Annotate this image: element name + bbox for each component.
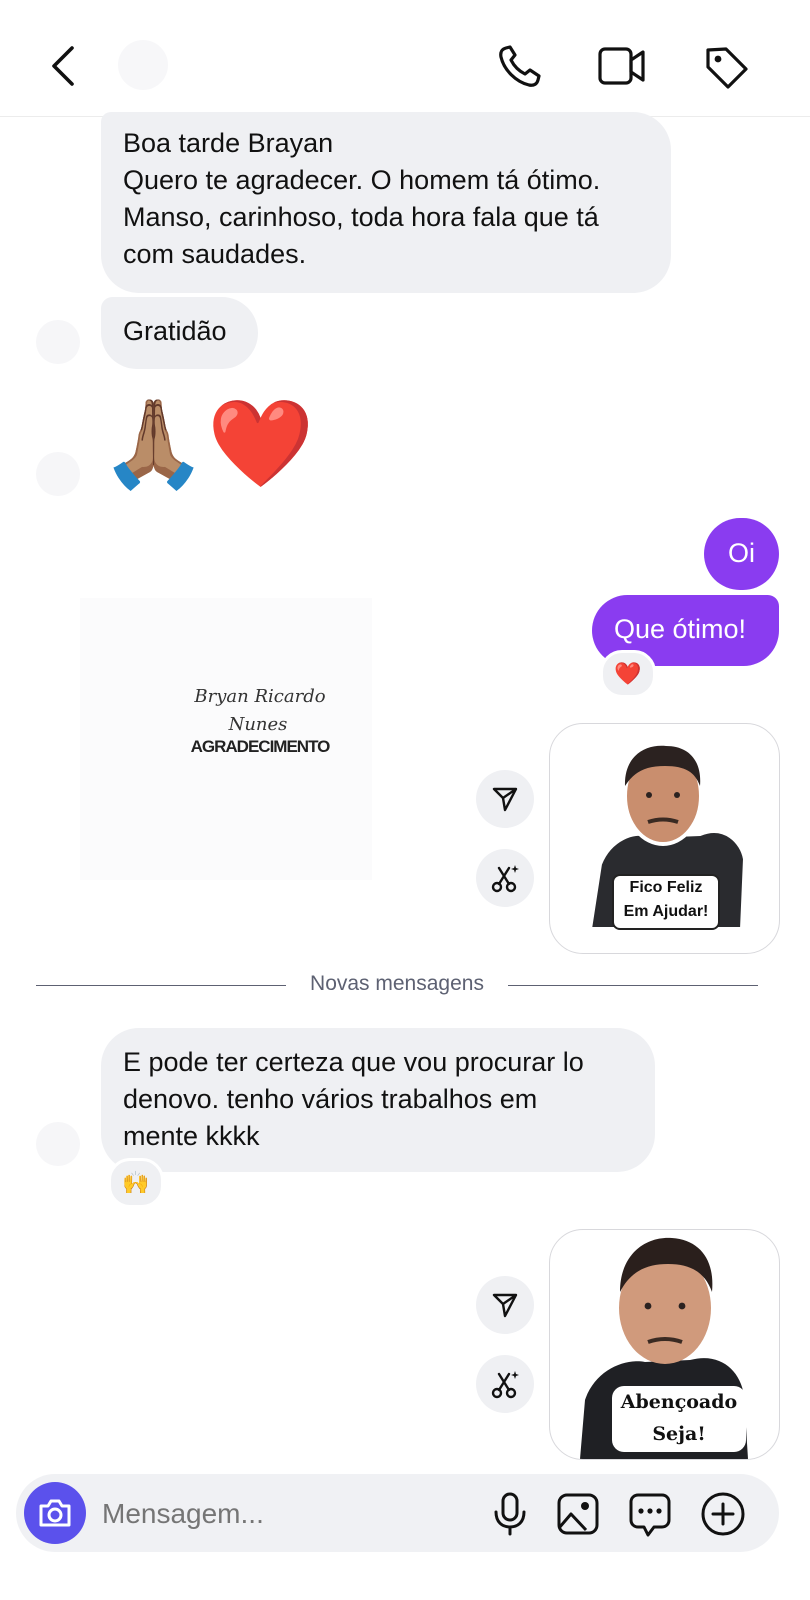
microphone-icon[interactable] <box>490 1492 530 1536</box>
new-messages-divider-line <box>36 985 286 986</box>
new-messages-divider-line <box>508 985 758 986</box>
message-text-line: mente kkkk <box>123 1121 260 1151</box>
sender-avatar <box>36 320 80 364</box>
phone-icon[interactable] <box>496 44 544 90</box>
send-sticker-button[interactable] <box>476 770 534 828</box>
remix-icon <box>491 865 519 893</box>
message-text-line: denovo. tenho vários trabalhos em <box>123 1084 538 1114</box>
video-camera-icon[interactable] <box>597 44 647 88</box>
outgoing-message-bubble[interactable]: Oi <box>704 518 779 590</box>
remix-sticker-button[interactable] <box>476 849 534 907</box>
heart-reaction[interactable]: ❤️ <box>600 650 656 698</box>
plus-circle-icon[interactable] <box>700 1491 746 1537</box>
chat-bubble-icon[interactable] <box>628 1492 672 1538</box>
message-text-line: Quero te agradecer. O homem tá ótimo. <box>123 165 601 195</box>
message-composer <box>16 1474 779 1552</box>
camera-button[interactable] <box>24 1482 86 1544</box>
sticker-caption: Abençoado Seja! <box>612 1386 746 1452</box>
sticker-caption-line: Fico Feliz <box>629 879 703 896</box>
remix-icon <box>491 1371 519 1399</box>
message-text: Oi <box>728 538 755 568</box>
sender-avatar <box>36 1122 80 1166</box>
message-text: Que ótimo! <box>614 614 747 644</box>
sticker-message[interactable]: Abençoado Seja! <box>549 1229 780 1460</box>
contact-avatar[interactable] <box>118 40 168 90</box>
incoming-message-bubble[interactable]: Gratidão <box>101 297 258 369</box>
emoji-message[interactable]: 🙏🏽❤️ <box>100 392 314 496</box>
message-text-line: E pode ter certeza que vou procurar lo <box>123 1047 584 1077</box>
incoming-message-bubble[interactable]: E pode ter certeza que vou procurar lo d… <box>101 1028 655 1172</box>
sticker-caption: Fico Feliz Em Ajudar! <box>612 874 720 930</box>
shared-image-card[interactable]: Bryan Ricardo Nunes AGRADECIMENTO <box>80 598 372 880</box>
camera-icon <box>39 1499 71 1527</box>
card-name-line: Bryan Ricardo <box>194 686 326 707</box>
contact-name[interactable] <box>180 48 440 88</box>
message-text-line: com saudades. <box>123 239 307 269</box>
sticker-caption-line: Seja! <box>652 1423 706 1445</box>
send-icon <box>492 1293 518 1318</box>
card-title: AGRADECIMENTO <box>190 737 331 756</box>
tag-icon[interactable] <box>702 44 750 90</box>
back-chevron-icon[interactable] <box>44 42 84 90</box>
card-name-line: Nunes <box>228 714 288 735</box>
remix-sticker-button[interactable] <box>476 1355 534 1413</box>
incoming-message-bubble[interactable]: Boa tarde Brayan Quero te agradecer. O h… <box>101 112 671 293</box>
message-input[interactable] <box>100 1490 464 1538</box>
sticker-caption-line: Em Ajudar! <box>623 903 709 920</box>
message-text: Gratidão <box>123 316 227 346</box>
raised-hands-reaction[interactable]: 🙌 <box>108 1158 164 1208</box>
message-text-line: Boa tarde Brayan <box>123 128 334 158</box>
new-messages-divider-label: Novas mensagens <box>310 972 484 995</box>
message-text-line: Manso, carinhoso, toda hora fala que tá <box>123 202 599 232</box>
chat-header <box>0 0 810 117</box>
sticker-message[interactable]: Fico Feliz Em Ajudar! <box>549 723 780 954</box>
send-sticker-button[interactable] <box>476 1276 534 1334</box>
sticker-caption-line: Abençoado <box>620 1391 738 1413</box>
sender-avatar <box>36 452 80 496</box>
gallery-icon[interactable] <box>556 1492 600 1536</box>
send-icon <box>492 787 518 812</box>
